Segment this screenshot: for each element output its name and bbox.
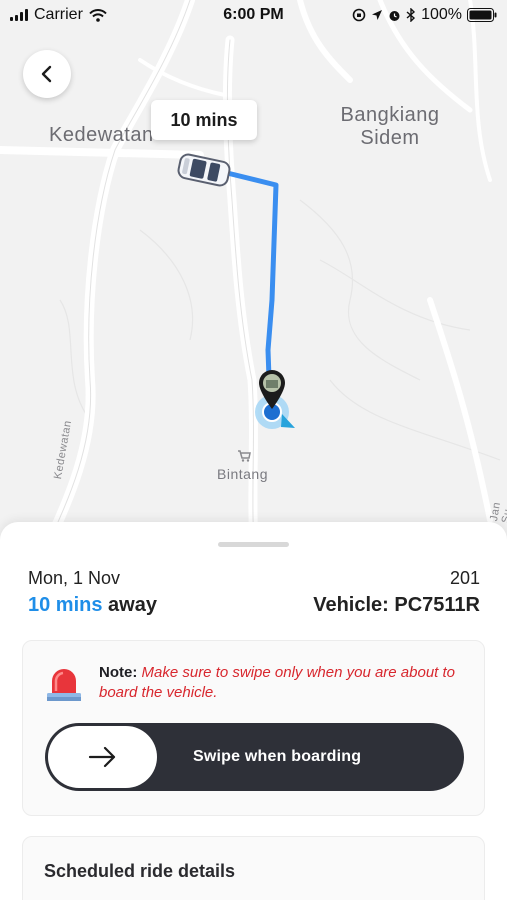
drag-handle[interactable] — [218, 542, 289, 547]
location-arrow-icon — [372, 10, 383, 20]
alarm-icon — [389, 10, 400, 21]
note-label: Note: — [99, 664, 138, 681]
arrow-right-icon — [88, 746, 115, 768]
map-label-bintang: Bintang — [217, 466, 268, 482]
map-label-bangkiang: Bangkiang Sidem — [330, 104, 450, 150]
eta-bubble: 10 mins — [151, 100, 257, 140]
swipe-knob[interactable] — [48, 726, 157, 788]
scheduled-ride-details-title: Scheduled ride details — [44, 861, 236, 881]
shop-icon — [238, 450, 251, 462]
map-label-bangkiang-line1: Bangkiang — [340, 104, 440, 126]
eta-value: 10 mins — [28, 594, 103, 616]
map-view[interactable]: Kedewatan Bangkiang Sidem Bintang Kedewa… — [0, 0, 507, 560]
battery-icon — [467, 8, 497, 22]
map-label-kedewatan: Kedewatan — [49, 124, 154, 146]
map-label-bangkiang-line2: Sidem — [360, 127, 420, 149]
signal-icon — [10, 9, 28, 21]
wifi-icon — [89, 8, 107, 22]
stop-pin-icon — [259, 370, 285, 409]
scheduled-ride-details-card[interactable]: Scheduled ride details — [22, 836, 485, 900]
carrier-name: Carrier — [34, 6, 83, 23]
battery-percent: 100% — [421, 6, 462, 23]
back-button[interactable] — [23, 50, 71, 98]
bluetooth-icon — [406, 8, 416, 22]
eta-line: 10 mins away — [28, 594, 157, 617]
orientation-lock-icon — [352, 8, 366, 22]
siren-icon — [47, 669, 81, 701]
status-bar: Carrier 6:00 PM 100% — [0, 0, 507, 30]
eta-suffix: away — [108, 594, 157, 616]
swipe-to-board-slider[interactable]: Swipe when boarding — [45, 723, 464, 791]
note-body: Make sure to swipe only when you are abo… — [99, 664, 456, 701]
chevron-left-icon — [41, 65, 52, 83]
car-icon — [177, 153, 231, 187]
swipe-label: Swipe when boarding — [193, 748, 362, 765]
trip-date: Mon, 1 Nov — [28, 568, 121, 588]
boarding-note-card: Note: Make sure to swipe only when you a… — [22, 640, 485, 816]
status-left: Carrier — [10, 6, 107, 24]
status-right: 100% — [352, 6, 497, 24]
route-number: 201 — [449, 568, 480, 588]
trip-bottom-sheet: Mon, 1 Nov 201 10 mins away Vehicle: PC7… — [0, 522, 507, 900]
note-text: Note: Make sure to swipe only when you a… — [99, 663, 471, 703]
vehicle-number: Vehicle: PC7511R — [313, 594, 480, 616]
